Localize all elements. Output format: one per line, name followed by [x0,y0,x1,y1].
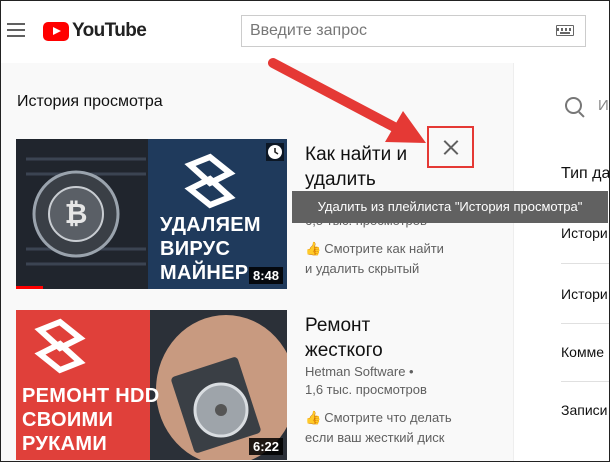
thumbs-up-icon: 👍 [305,241,322,256]
history-type-option[interactable]: Комме [561,344,604,360]
video-item[interactable]: РЕМОНТ HDD СВОИМИ РУКАМИ 6:22 Ремонт жес… [16,310,511,460]
history-type-option[interactable]: Истори [561,286,608,302]
thumbnail-caption: УДАЛЯЕМ ВИРУС МАЙНЕР [160,214,261,284]
video-description: 👍 Смотрите что делать если ваш жесткий ди… [305,410,452,445]
video-description: 👍 Смотрите как найти и удалить скрытый [305,241,444,276]
annotation-arrow [268,58,426,143]
browser-frame: YouTube История просмотра ₿ [0,0,610,462]
history-type-option[interactable]: Истори [561,225,608,241]
divider [561,381,609,382]
video-title[interactable]: Ремонт жесткого [305,313,495,363]
channel-name[interactable]: Hetman Software • [305,363,414,381]
video-views: 1,6 тыс. просмотров [305,382,427,397]
thumbnail-caption: РЕМОНТ HDD СВОИМИ РУКАМИ [22,385,160,455]
duration-badge: 6:22 [248,438,283,455]
thumbs-up-icon: 👍 [305,410,322,425]
video-thumbnail[interactable]: РЕМОНТ HDD СВОИМИ РУКАМИ 6:22 [16,310,287,460]
divider [561,263,609,264]
svg-text:₿: ₿ [65,198,88,229]
history-type-option[interactable]: Записи [561,402,607,418]
duration-badge: 8:48 [248,267,283,284]
divider [561,323,609,324]
